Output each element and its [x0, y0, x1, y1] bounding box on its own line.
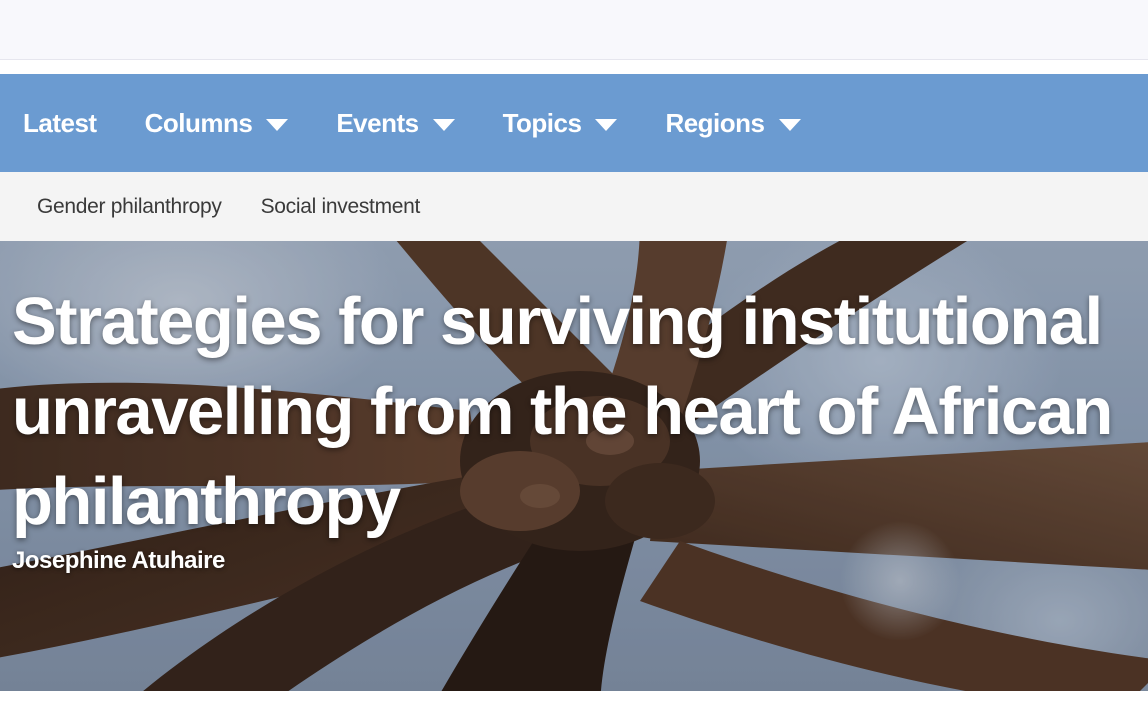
hero-banner: Strategies for surviving institutional u… [0, 241, 1148, 691]
subnav-item-gender-philanthropy[interactable]: Gender philanthropy [37, 195, 222, 219]
nav-item-label: Topics [502, 107, 582, 138]
nav-item-label: Regions [665, 107, 765, 138]
subnav-item-social-investment[interactable]: Social investment [261, 195, 421, 219]
main-navigation: Latest Columns Events Topics Regions [0, 74, 1148, 172]
nav-item-label: Columns [144, 107, 253, 138]
caret-down-icon [778, 119, 801, 131]
article-title: Strategies for surviving institutional u… [12, 284, 1113, 539]
nav-item-columns[interactable]: Columns [145, 74, 289, 172]
nav-item-regions[interactable]: Regions [665, 74, 801, 172]
nav-item-label: Events [336, 107, 419, 138]
nav-item-events[interactable]: Events [336, 74, 455, 172]
nav-item-label: Latest [23, 107, 97, 138]
caret-down-icon [595, 119, 618, 131]
nav-item-topics[interactable]: Topics [503, 74, 618, 172]
article-author[interactable]: Josephine Atuhaire [12, 547, 225, 575]
sub-navigation: Gender philanthropy Social investment [0, 172, 1148, 241]
nav-item-latest[interactable]: Latest [23, 74, 97, 172]
caret-down-icon [266, 119, 289, 131]
caret-down-icon [432, 119, 455, 131]
top-bar [0, 0, 1148, 60]
